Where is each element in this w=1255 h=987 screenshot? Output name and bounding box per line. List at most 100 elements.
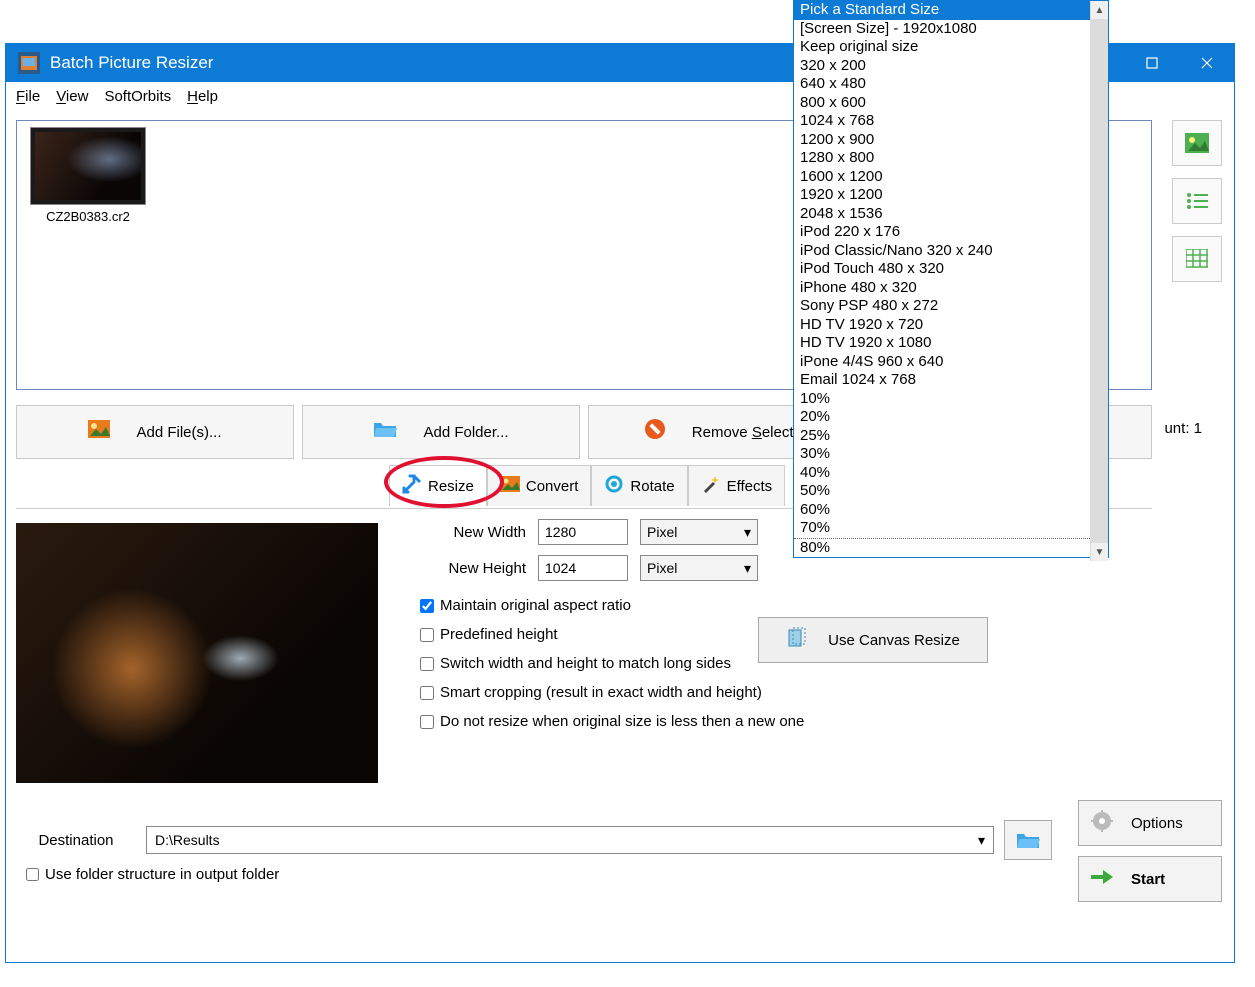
chevron-down-icon: ▾ [744, 524, 751, 541]
smart-crop-checkbox[interactable] [420, 686, 434, 700]
preview-image [16, 523, 378, 783]
dropdown-item[interactable]: iPod Touch 480 x 320 [794, 260, 1108, 279]
resize-icon [402, 474, 422, 498]
dropdown-item[interactable]: 2048 x 1536 [794, 205, 1108, 224]
new-width-label: New Width [420, 524, 526, 541]
dropdown-item[interactable]: 1600 x 1200 [794, 168, 1108, 187]
add-folder-button[interactable]: Add Folder... [302, 405, 580, 459]
image-count-label: unt: 1 [1164, 420, 1202, 437]
dropdown-item[interactable]: 1280 x 800 [794, 149, 1108, 168]
dropdown-item[interactable]: 70% [794, 519, 1108, 538]
canvas-icon [786, 627, 808, 653]
thumbnail-image [30, 127, 146, 205]
tab-resize[interactable]: Resize [389, 465, 487, 506]
size-dropdown[interactable]: Pick a Standard Size[Screen Size] - 1920… [793, 0, 1109, 558]
tab-rotate-label: Rotate [630, 478, 674, 495]
dropdown-item[interactable]: Email 1024 x 768 [794, 371, 1108, 390]
add-files-icon [88, 420, 110, 444]
footer: Destination D:\Results ▾ Use folder stru… [16, 820, 1222, 950]
dropdown-item[interactable]: iPod Classic/Nano 320 x 240 [794, 242, 1108, 261]
dropdown-scrollbar[interactable]: ▲ ▼ [1090, 1, 1108, 561]
width-unit-label: Pixel [647, 524, 677, 540]
dropdown-item[interactable]: 60% [794, 501, 1108, 520]
menu-softorbits[interactable]: SoftOrbits [104, 88, 171, 105]
dropdown-item[interactable]: HD TV 1920 x 1080 [794, 334, 1108, 353]
width-unit-select[interactable]: Pixel ▾ [640, 519, 758, 545]
view-mode-grid[interactable] [1172, 236, 1222, 282]
no-resize-smaller-checkbox[interactable] [420, 715, 434, 729]
destination-path: D:\Results [155, 832, 220, 848]
dropdown-item[interactable]: iPhone 480 x 320 [794, 279, 1108, 298]
new-height-input[interactable] [538, 555, 628, 581]
start-button[interactable]: Start [1078, 856, 1222, 902]
menu-view[interactable]: View [56, 88, 88, 105]
predefined-height-checkbox[interactable] [420, 628, 434, 642]
height-unit-label: Pixel [647, 560, 677, 576]
dropdown-item[interactable]: 640 x 480 [794, 75, 1108, 94]
scroll-down-icon[interactable]: ▼ [1091, 543, 1108, 561]
smart-crop-label: Smart cropping (result in exact width an… [440, 684, 762, 701]
dropdown-item[interactable]: Sony PSP 480 x 272 [794, 297, 1108, 316]
dropdown-item[interactable]: 1200 x 900 [794, 131, 1108, 150]
folder-icon [373, 420, 397, 444]
use-folder-structure-checkbox[interactable] [26, 868, 39, 881]
new-width-input[interactable] [538, 519, 628, 545]
convert-icon [500, 474, 520, 498]
browse-folder-button[interactable] [1004, 820, 1052, 860]
view-mode-thumbnails[interactable] [1172, 120, 1222, 166]
effects-icon [701, 474, 721, 498]
close-button[interactable] [1179, 44, 1234, 82]
dropdown-item[interactable]: iPod 220 x 176 [794, 223, 1108, 242]
add-folder-label: Add Folder... [423, 424, 508, 441]
dropdown-item[interactable]: 10% [794, 390, 1108, 409]
dropdown-item[interactable]: iPone 4/4S 960 x 640 [794, 353, 1108, 372]
maintain-ratio-checkbox[interactable] [420, 599, 434, 613]
chevron-down-icon: ▾ [978, 832, 985, 849]
dropdown-item[interactable]: 50% [794, 482, 1108, 501]
options-label: Options [1131, 815, 1183, 832]
canvas-resize-label: Use Canvas Resize [828, 632, 960, 649]
tab-resize-label: Resize [428, 478, 474, 495]
chevron-down-icon: ▾ [744, 560, 751, 577]
switch-sides-checkbox[interactable] [420, 657, 434, 671]
use-folder-structure-label: Use folder structure in output folder [45, 866, 279, 883]
dropdown-item[interactable]: 40% [794, 464, 1108, 483]
tab-rotate[interactable]: Rotate [591, 465, 687, 506]
tab-strip: Resize Convert Rotate Effects [389, 465, 785, 506]
switch-sides-label: Switch width and height to match long si… [440, 655, 731, 672]
maximize-button[interactable] [1124, 44, 1179, 82]
canvas-resize-button[interactable]: Use Canvas Resize [758, 617, 988, 663]
no-resize-smaller-label: Do not resize when original size is less… [440, 713, 804, 730]
scroll-up-icon[interactable]: ▲ [1091, 1, 1108, 19]
dropdown-item[interactable]: 80% [794, 538, 1108, 558]
tab-convert[interactable]: Convert [487, 465, 592, 506]
tab-effects-label: Effects [727, 478, 773, 495]
height-unit-select[interactable]: Pixel ▾ [640, 555, 758, 581]
dropdown-item[interactable]: 25% [794, 427, 1108, 446]
destination-combo[interactable]: D:\Results ▾ [146, 826, 994, 854]
dropdown-item[interactable]: 800 x 600 [794, 94, 1108, 113]
dropdown-item[interactable]: Pick a Standard Size [794, 1, 1108, 20]
dropdown-item[interactable]: HD TV 1920 x 720 [794, 316, 1108, 335]
dropdown-item[interactable]: [Screen Size] - 1920x1080 [794, 20, 1108, 39]
add-files-label: Add File(s)... [136, 424, 221, 441]
dropdown-item[interactable]: 1920 x 1200 [794, 186, 1108, 205]
menu-file[interactable]: File [16, 88, 40, 105]
thumbnail-item[interactable]: CZ2B0383.cr2 [23, 127, 153, 224]
app-icon [18, 52, 40, 74]
options-button[interactable]: Options [1078, 800, 1222, 846]
maintain-ratio-label: Maintain original aspect ratio [440, 597, 631, 614]
dropdown-item[interactable]: 320 x 200 [794, 57, 1108, 76]
add-files-button[interactable]: Add File(s)... [16, 405, 294, 459]
dropdown-item[interactable]: 30% [794, 445, 1108, 464]
destination-label: Destination [16, 832, 136, 849]
tab-effects[interactable]: Effects [688, 465, 786, 506]
predefined-height-label: Predefined height [440, 626, 558, 643]
dropdown-item[interactable]: 1024 x 768 [794, 112, 1108, 131]
dropdown-item[interactable]: 20% [794, 408, 1108, 427]
dropdown-item[interactable]: Keep original size [794, 38, 1108, 57]
menu-help[interactable]: Help [187, 88, 218, 105]
gear-icon [1091, 810, 1113, 836]
view-mode-list[interactable] [1172, 178, 1222, 224]
start-label: Start [1131, 871, 1165, 888]
